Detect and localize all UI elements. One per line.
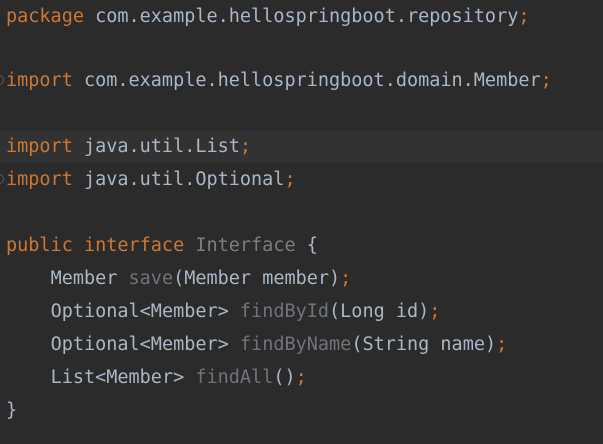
return-type: Optional<Member> <box>50 334 229 355</box>
code-line-interface-declaration[interactable]: public interface Interface { <box>0 229 603 262</box>
method-params: (Long id) <box>329 301 430 322</box>
code-line-import-optional[interactable]: import java.util.Optional; <box>0 163 603 196</box>
open-brace: { <box>306 235 318 256</box>
code-line-method-findall[interactable]: List<Member> findAll(); <box>0 361 603 394</box>
method-name: findAll <box>195 367 274 388</box>
semicolon: ; <box>540 70 552 91</box>
import-path: java.util.List <box>72 136 240 157</box>
semicolon: ; <box>239 136 252 157</box>
return-type: List<Member> <box>50 367 185 388</box>
return-type: Member <box>50 268 118 289</box>
method-params: (String name) <box>351 334 497 355</box>
code-line-close-brace[interactable]: } <box>0 394 603 427</box>
import-path: java.util.Optional <box>72 169 285 190</box>
keyword-public: public <box>6 235 73 256</box>
method-name: findByName <box>239 334 352 355</box>
code-line-import-member[interactable]: import com.example.hellospringboot.domai… <box>0 64 603 97</box>
keyword-import: import <box>6 169 73 190</box>
keyword-interface: interface <box>83 235 185 256</box>
return-type: Optional<Member> <box>50 301 229 322</box>
method-name: findById <box>239 301 330 322</box>
code-line-method-findbyid[interactable]: Optional<Member> findById(Long id); <box>0 295 603 328</box>
code-line-package[interactable]: package com.example.hellospringboot.repo… <box>0 0 603 33</box>
method-params: (Member member) <box>173 268 341 289</box>
code-line-import-list[interactable]: import java.util.List; <box>0 130 603 163</box>
method-name: save <box>128 268 174 289</box>
code-editor[interactable]: package com.example.hellospringboot.repo… <box>0 0 603 444</box>
semicolon: ; <box>340 268 352 289</box>
semicolon: ; <box>496 334 508 355</box>
code-line-method-save[interactable]: Member save(Member member); <box>0 262 603 295</box>
fold-marker-icon[interactable] <box>0 75 4 85</box>
import-path: com.example.hellospringboot.domain.Membe… <box>72 70 541 91</box>
interface-name: Interface <box>195 235 296 256</box>
keyword-import: import <box>6 136 73 157</box>
package-path: com.example.hellospringboot.repository <box>83 6 519 27</box>
keyword-import: import <box>6 70 73 91</box>
semicolon: ; <box>284 169 296 190</box>
semicolon: ; <box>518 6 530 27</box>
method-params: () <box>273 367 296 388</box>
semicolon: ; <box>295 367 307 388</box>
code-line-method-findbyname[interactable]: Optional<Member> findByName(String name)… <box>0 328 603 361</box>
close-brace: } <box>6 400 18 421</box>
semicolon: ; <box>429 301 441 322</box>
fold-marker-icon[interactable] <box>0 174 4 184</box>
keyword-package: package <box>6 6 84 27</box>
